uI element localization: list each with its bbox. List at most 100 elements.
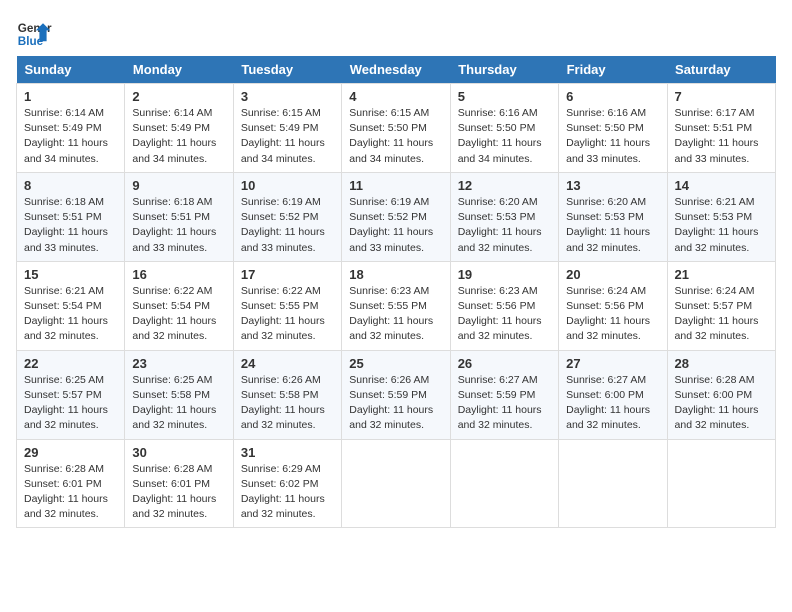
calendar-cell: 12Sunrise: 6:20 AM Sunset: 5:53 PM Dayli… — [450, 172, 558, 261]
calendar-cell: 24 Sunrise: 6:26 AM Sunset: 5:58 PM Dayli… — [233, 350, 341, 439]
calendar-cell: 28 Sunrise: 6:28 AM Sunset: 6:00 PM Dayli… — [667, 350, 775, 439]
calendar-cell: 14 Sunrise: 6:21 AM Sunset: 5:53 PM Dayli… — [667, 172, 775, 261]
day-number: 9 — [132, 178, 225, 193]
day-number: 12 — [458, 178, 551, 193]
day-number: 7 — [675, 89, 768, 104]
day-number: 23 — [132, 356, 225, 371]
calendar-week-row: 8Sunrise: 6:18 AM Sunset: 5:51 PM Daylig… — [17, 172, 776, 261]
cell-sun-info: Sunrise: 6:28 AM Sunset: 6:01 PM Dayligh… — [24, 462, 117, 523]
cell-sun-info: Sunrise: 6:18 AM Sunset: 5:51 PM Dayligh… — [24, 195, 117, 256]
day-header-sunday: Sunday — [17, 56, 125, 84]
calendar-cell: 21 Sunrise: 6:24 AM Sunset: 5:57 PM Dayli… — [667, 261, 775, 350]
cell-sun-info: Sunrise: 6:21 AM Sunset: 5:53 PM Dayligh… — [675, 195, 768, 256]
calendar-week-row: 29 Sunrise: 6:28 AM Sunset: 6:01 PM Dayli… — [17, 439, 776, 528]
calendar-cell: 23 Sunrise: 6:25 AM Sunset: 5:58 PM Dayli… — [125, 350, 233, 439]
logo-icon: General Blue — [16, 16, 52, 52]
day-number: 14 — [675, 178, 768, 193]
calendar-cell: 5Sunrise: 6:16 AM Sunset: 5:50 PM Daylig… — [450, 84, 558, 173]
day-header-tuesday: Tuesday — [233, 56, 341, 84]
day-number: 28 — [675, 356, 768, 371]
cell-sun-info: Sunrise: 6:24 AM Sunset: 5:56 PM Dayligh… — [566, 284, 659, 345]
day-number: 17 — [241, 267, 334, 282]
day-number: 21 — [675, 267, 768, 282]
day-number: 18 — [349, 267, 442, 282]
cell-sun-info: Sunrise: 6:16 AM Sunset: 5:50 PM Dayligh… — [458, 106, 551, 167]
calendar-cell: 4 Sunrise: 6:15 AM Sunset: 5:50 PM Daylig… — [342, 84, 450, 173]
day-number: 19 — [458, 267, 551, 282]
day-header-monday: Monday — [125, 56, 233, 84]
calendar-cell: 17 Sunrise: 6:22 AM Sunset: 5:55 PM Dayli… — [233, 261, 341, 350]
day-header-saturday: Saturday — [667, 56, 775, 84]
calendar-cell: 31Sunrise: 6:29 AM Sunset: 6:02 PM Dayli… — [233, 439, 341, 528]
day-header-friday: Friday — [559, 56, 667, 84]
cell-sun-info: Sunrise: 6:25 AM Sunset: 5:57 PM Dayligh… — [24, 373, 117, 434]
calendar-cell: 26 Sunrise: 6:27 AM Sunset: 5:59 PM Dayli… — [450, 350, 558, 439]
calendar-cell: 9 Sunrise: 6:18 AM Sunset: 5:51 PM Daylig… — [125, 172, 233, 261]
day-number: 2 — [132, 89, 225, 104]
day-header-thursday: Thursday — [450, 56, 558, 84]
calendar-cell — [342, 439, 450, 528]
day-header-wednesday: Wednesday — [342, 56, 450, 84]
day-number: 15 — [24, 267, 117, 282]
calendar-cell: 3Sunrise: 6:15 AM Sunset: 5:49 PM Daylig… — [233, 84, 341, 173]
cell-sun-info: Sunrise: 6:26 AM Sunset: 5:59 PM Dayligh… — [349, 373, 442, 434]
cell-sun-info: Sunrise: 6:19 AM Sunset: 5:52 PM Dayligh… — [241, 195, 334, 256]
calendar-week-row: 15 Sunrise: 6:21 AM Sunset: 5:54 PM Dayli… — [17, 261, 776, 350]
cell-sun-info: Sunrise: 6:26 AM Sunset: 5:58 PM Dayligh… — [241, 373, 334, 434]
cell-sun-info: Sunrise: 6:23 AM Sunset: 5:55 PM Dayligh… — [349, 284, 442, 345]
cell-sun-info: Sunrise: 6:27 AM Sunset: 6:00 PM Dayligh… — [566, 373, 659, 434]
logo: General Blue — [16, 16, 52, 52]
day-number: 30 — [132, 445, 225, 460]
calendar-cell — [450, 439, 558, 528]
calendar-header-row: SundayMondayTuesdayWednesdayThursdayFrid… — [17, 56, 776, 84]
day-number: 6 — [566, 89, 659, 104]
cell-sun-info: Sunrise: 6:24 AM Sunset: 5:57 PM Dayligh… — [675, 284, 768, 345]
calendar-cell — [559, 439, 667, 528]
cell-sun-info: Sunrise: 6:14 AM Sunset: 5:49 PM Dayligh… — [132, 106, 225, 167]
calendar-cell: 25 Sunrise: 6:26 AM Sunset: 5:59 PM Dayli… — [342, 350, 450, 439]
day-number: 4 — [349, 89, 442, 104]
calendar-cell: 6 Sunrise: 6:16 AM Sunset: 5:50 PM Daylig… — [559, 84, 667, 173]
cell-sun-info: Sunrise: 6:27 AM Sunset: 5:59 PM Dayligh… — [458, 373, 551, 434]
calendar-cell: 8Sunrise: 6:18 AM Sunset: 5:51 PM Daylig… — [17, 172, 125, 261]
day-number: 11 — [349, 178, 442, 193]
cell-sun-info: Sunrise: 6:14 AM Sunset: 5:49 PM Dayligh… — [24, 106, 117, 167]
calendar-cell: 29 Sunrise: 6:28 AM Sunset: 6:01 PM Dayli… — [17, 439, 125, 528]
calendar-cell: 7 Sunrise: 6:17 AM Sunset: 5:51 PM Daylig… — [667, 84, 775, 173]
day-number: 29 — [24, 445, 117, 460]
calendar-cell: 2 Sunrise: 6:14 AM Sunset: 5:49 PM Daylig… — [125, 84, 233, 173]
calendar-cell: 22Sunrise: 6:25 AM Sunset: 5:57 PM Dayli… — [17, 350, 125, 439]
day-number: 3 — [241, 89, 334, 104]
cell-sun-info: Sunrise: 6:28 AM Sunset: 6:00 PM Dayligh… — [675, 373, 768, 434]
calendar-cell: 15 Sunrise: 6:21 AM Sunset: 5:54 PM Dayli… — [17, 261, 125, 350]
cell-sun-info: Sunrise: 6:19 AM Sunset: 5:52 PM Dayligh… — [349, 195, 442, 256]
calendar-cell: 20 Sunrise: 6:24 AM Sunset: 5:56 PM Dayli… — [559, 261, 667, 350]
day-number: 25 — [349, 356, 442, 371]
cell-sun-info: Sunrise: 6:16 AM Sunset: 5:50 PM Dayligh… — [566, 106, 659, 167]
cell-sun-info: Sunrise: 6:22 AM Sunset: 5:55 PM Dayligh… — [241, 284, 334, 345]
page-header: General Blue — [16, 16, 776, 52]
cell-sun-info: Sunrise: 6:18 AM Sunset: 5:51 PM Dayligh… — [132, 195, 225, 256]
day-number: 24 — [241, 356, 334, 371]
day-number: 20 — [566, 267, 659, 282]
day-number: 26 — [458, 356, 551, 371]
day-number: 16 — [132, 267, 225, 282]
cell-sun-info: Sunrise: 6:17 AM Sunset: 5:51 PM Dayligh… — [675, 106, 768, 167]
cell-sun-info: Sunrise: 6:25 AM Sunset: 5:58 PM Dayligh… — [132, 373, 225, 434]
calendar-cell: 16 Sunrise: 6:22 AM Sunset: 5:54 PM Dayli… — [125, 261, 233, 350]
calendar-cell — [667, 439, 775, 528]
cell-sun-info: Sunrise: 6:22 AM Sunset: 5:54 PM Dayligh… — [132, 284, 225, 345]
calendar-cell: 1Sunrise: 6:14 AM Sunset: 5:49 PM Daylig… — [17, 84, 125, 173]
calendar-week-row: 1Sunrise: 6:14 AM Sunset: 5:49 PM Daylig… — [17, 84, 776, 173]
calendar-cell: 18 Sunrise: 6:23 AM Sunset: 5:55 PM Dayli… — [342, 261, 450, 350]
cell-sun-info: Sunrise: 6:23 AM Sunset: 5:56 PM Dayligh… — [458, 284, 551, 345]
cell-sun-info: Sunrise: 6:29 AM Sunset: 6:02 PM Dayligh… — [241, 462, 334, 523]
day-number: 13 — [566, 178, 659, 193]
cell-sun-info: Sunrise: 6:20 AM Sunset: 5:53 PM Dayligh… — [566, 195, 659, 256]
calendar-cell: 10 Sunrise: 6:19 AM Sunset: 5:52 PM Dayli… — [233, 172, 341, 261]
day-number: 10 — [241, 178, 334, 193]
cell-sun-info: Sunrise: 6:15 AM Sunset: 5:50 PM Dayligh… — [349, 106, 442, 167]
cell-sun-info: Sunrise: 6:28 AM Sunset: 6:01 PM Dayligh… — [132, 462, 225, 523]
calendar-week-row: 22Sunrise: 6:25 AM Sunset: 5:57 PM Dayli… — [17, 350, 776, 439]
cell-sun-info: Sunrise: 6:21 AM Sunset: 5:54 PM Dayligh… — [24, 284, 117, 345]
